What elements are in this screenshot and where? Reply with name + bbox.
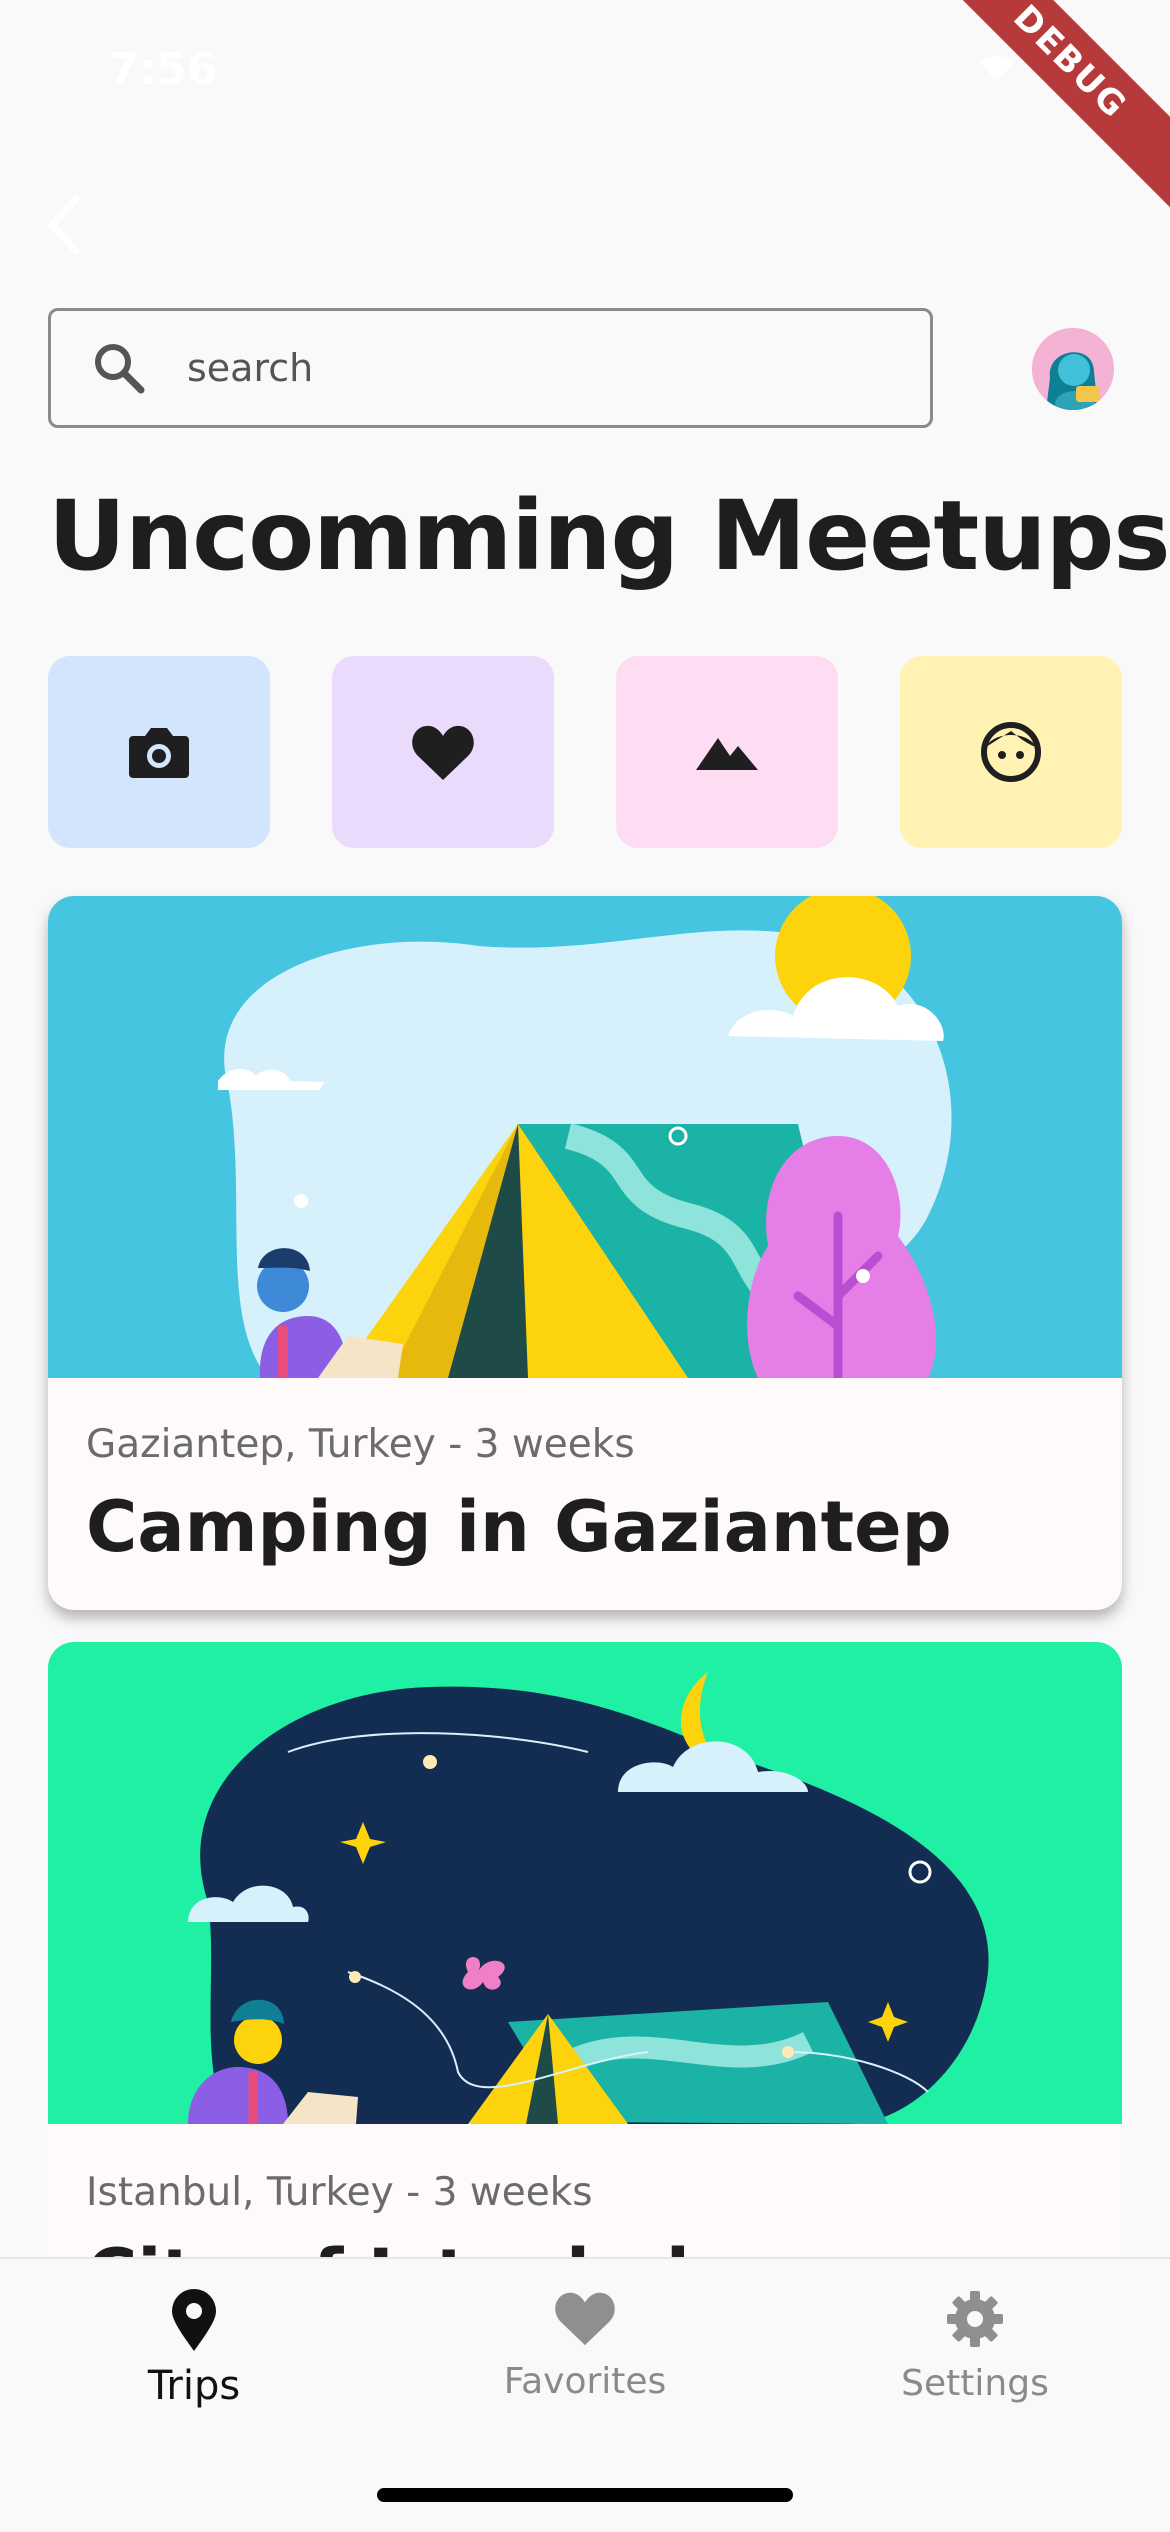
chevron-left-icon: [48, 195, 80, 255]
back-button[interactable]: [44, 190, 104, 260]
nav-item-favorites[interactable]: Favorites: [435, 2289, 735, 2402]
page-title: Uncomming Meetups: [48, 480, 1170, 592]
heart-icon: [412, 725, 474, 780]
trip-title: Camping in Gaziantep: [86, 1486, 952, 1568]
avatar[interactable]: [1032, 328, 1114, 410]
category-face[interactable]: [900, 656, 1122, 848]
trip-location-duration: Gaziantep, Turkey - 3 weeks: [86, 1422, 635, 1467]
trip-card[interactable]: Gaziantep, Turkey - 3 weeks Camping in G…: [48, 896, 1122, 1610]
camera-icon: [129, 728, 189, 778]
nav-label-favorites: Favorites: [503, 2361, 667, 2402]
home-indicator[interactable]: [377, 2488, 793, 2502]
nav-item-settings[interactable]: Settings: [825, 2289, 1125, 2404]
location-pin-icon: [172, 2289, 216, 2351]
wifi-icon: [976, 52, 1018, 84]
heart-icon: [555, 2292, 615, 2346]
category-heart[interactable]: [332, 656, 554, 848]
nav-label-settings: Settings: [901, 2363, 1049, 2404]
gear-icon: [947, 2291, 1003, 2347]
nav-item-trips[interactable]: Trips: [44, 2289, 344, 2409]
category-camera[interactable]: [48, 656, 270, 848]
nav-label-trips: Trips: [147, 2363, 241, 2409]
search-input[interactable]: [187, 346, 837, 390]
category-row: [48, 656, 1122, 848]
search-icon: [95, 344, 145, 394]
city-night-illustration: [48, 1642, 1122, 2124]
face-icon: [981, 722, 1041, 782]
status-time: 7:56: [108, 44, 218, 95]
search-field[interactable]: [48, 308, 933, 428]
category-mountains[interactable]: [616, 656, 838, 848]
trip-card[interactable]: Istanbul, Turkey - 3 weeks City of Istan…: [48, 1642, 1122, 2342]
trip-location-duration: Istanbul, Turkey - 3 weeks: [86, 2170, 593, 2215]
camping-illustration: [48, 896, 1122, 1378]
mountains-icon: [696, 738, 758, 770]
